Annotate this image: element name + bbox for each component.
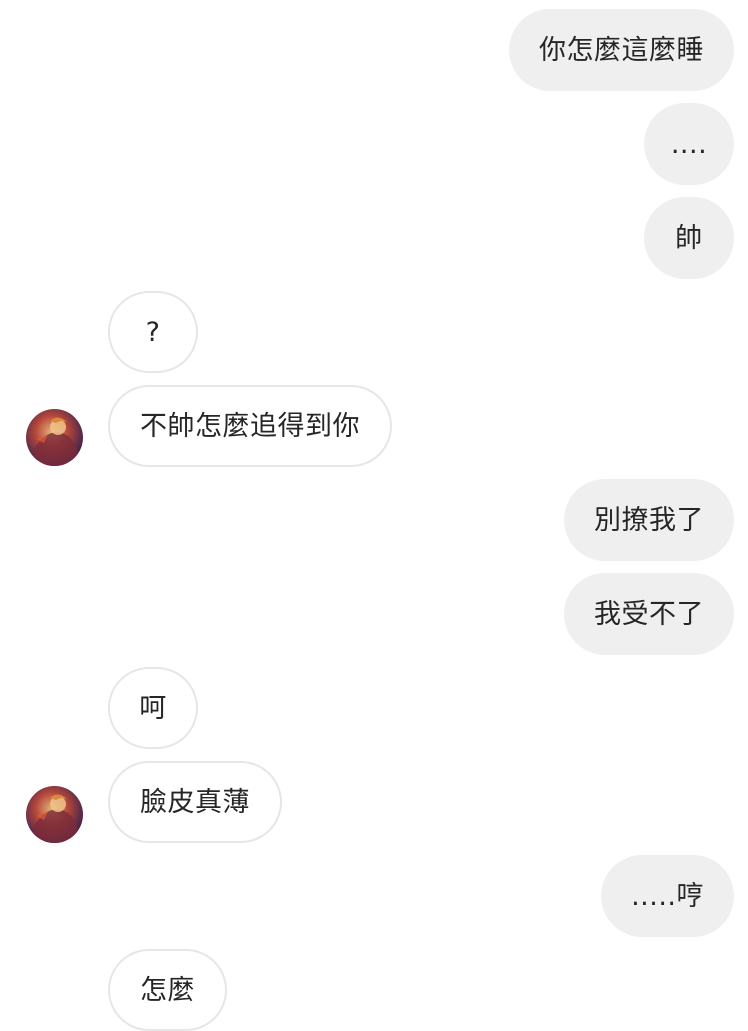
sent-message[interactable]: 你怎麼這麼睡 [509,9,734,91]
message-text: 怎麼 [140,974,195,1006]
contact-avatar[interactable] [26,786,83,843]
message-text: 你怎麼這麼睡 [539,34,704,66]
message-text: 呵 [139,692,167,724]
received-message[interactable]: 不帥怎麼追得到你 [108,385,392,467]
message-text: .....哼 [631,880,704,912]
received-message[interactable]: 怎麼 [108,949,227,1031]
sent-message[interactable]: .... [644,103,734,185]
contact-avatar[interactable] [26,409,83,466]
message-text: ? [145,316,161,348]
avatar-image [26,786,83,843]
message-text: .... [670,128,708,160]
message-text: 臉皮真薄 [140,786,250,818]
message-text: 別撩我了 [594,504,704,536]
received-message[interactable]: 呵 [108,667,198,749]
message-text: 不帥怎麼追得到你 [140,410,360,442]
sent-message[interactable]: .....哼 [601,855,734,937]
message-text: 我受不了 [594,598,704,630]
avatar-image [26,409,83,466]
received-message[interactable]: 臉皮真薄 [108,761,282,843]
sent-message[interactable]: 帥 [644,197,734,279]
received-message[interactable]: ? [108,291,198,373]
sent-message[interactable]: 別撩我了 [564,479,734,561]
sent-message[interactable]: 我受不了 [564,573,734,655]
message-text: 帥 [675,222,703,254]
